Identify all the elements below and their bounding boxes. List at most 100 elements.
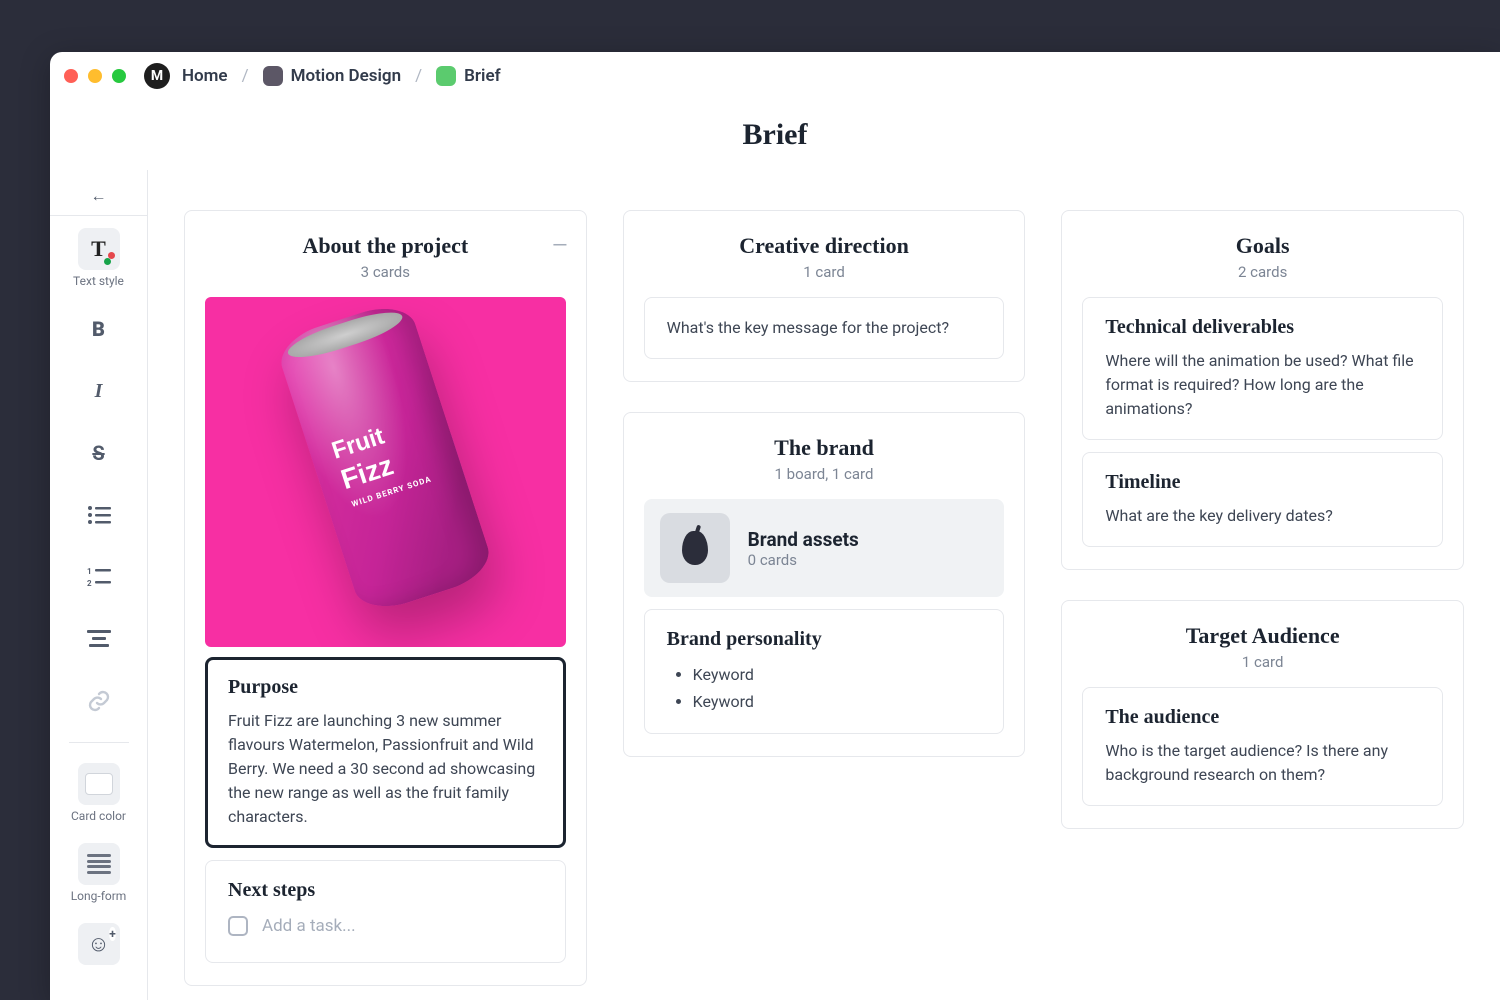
card-brand-personality-title: Brand personality <box>667 628 982 651</box>
long-form-icon <box>87 854 111 874</box>
text-style-label: Text style <box>73 274 124 288</box>
group-goals-title: Goals <box>1072 233 1453 259</box>
card-purpose-title: Purpose <box>228 676 543 699</box>
card-audience-title: The audience <box>1105 706 1420 729</box>
link-icon <box>78 680 120 722</box>
card-key-message[interactable]: What's the key message for the project? <box>644 297 1005 359</box>
card-timeline-body: What are the key delivery dates? <box>1105 504 1420 528</box>
strikethrough-button[interactable]: S <box>69 424 129 482</box>
emoji-button[interactable]: ☺ <box>69 915 129 973</box>
align-center-icon <box>78 618 120 660</box>
toolbar-divider <box>69 742 129 743</box>
link-button[interactable] <box>69 672 129 730</box>
body-area: ← T Text style B I S 12 <box>50 170 1500 1000</box>
breadcrumb-page-label: Brief <box>464 66 501 86</box>
bulleted-list-icon <box>78 494 120 536</box>
column-middle: Creative direction 1 card What's the key… <box>623 210 1026 960</box>
svg-text:1: 1 <box>87 567 92 576</box>
group-about-title: About the project <box>195 233 576 259</box>
brand-personality-list: Keyword Keyword <box>667 661 982 715</box>
close-window-button[interactable] <box>64 69 78 83</box>
emoji-add-icon: ☺ <box>87 931 109 957</box>
arrow-left-icon: ← <box>91 186 107 206</box>
card-next-steps[interactable]: Next steps Add a task... <box>205 860 566 963</box>
column-about: About the project 3 cards — FruitFizz WI… <box>184 210 587 960</box>
board-brand-assets-count: 0 cards <box>748 551 859 569</box>
card-tech-body: Where will the animation be used? What f… <box>1105 349 1420 421</box>
breadcrumb-page-swatch <box>436 66 456 86</box>
board-thumb <box>660 513 730 583</box>
collapse-group-button[interactable]: — <box>552 233 568 257</box>
format-toolbar: ← T Text style B I S 12 <box>50 170 148 1000</box>
product-can: FruitFizz WILD BERRY SODA <box>274 298 497 617</box>
titlebar: M Home / Motion Design / Brief <box>50 52 1500 100</box>
text-style-icon: T <box>91 236 106 262</box>
card-timeline-title: Timeline <box>1105 471 1420 494</box>
group-goals-count: 2 cards <box>1072 263 1453 281</box>
card-color-button[interactable]: Card color <box>69 755 129 831</box>
italic-button[interactable]: I <box>69 362 129 420</box>
breadcrumb-separator: / <box>415 66 422 86</box>
text-style-button[interactable]: T Text style <box>69 220 129 296</box>
board-canvas[interactable]: About the project 3 cards — FruitFizz WI… <box>148 170 1500 1000</box>
group-creative-count: 1 card <box>634 263 1015 281</box>
pear-icon <box>682 531 708 565</box>
breadcrumb-separator: / <box>242 66 249 86</box>
group-brand[interactable]: The brand 1 board, 1 card Brand assets 0… <box>623 412 1026 757</box>
card-color-swatch-icon <box>85 773 113 795</box>
breadcrumb-home[interactable]: Home <box>182 66 228 86</box>
svg-text:2: 2 <box>87 579 92 587</box>
breadcrumb-project-swatch <box>263 66 283 86</box>
group-creative-title: Creative direction <box>634 233 1015 259</box>
group-audience-title: Target Audience <box>1072 623 1453 649</box>
window-controls <box>64 69 126 83</box>
card-purpose-body[interactable]: Fruit Fizz are launching 3 new summer fl… <box>228 709 543 829</box>
board-brand-assets-title: Brand assets <box>748 528 859 551</box>
card-audience-body: Who is the target audience? Is there any… <box>1105 739 1420 787</box>
page-title: Brief <box>50 100 1500 170</box>
group-goals[interactable]: Goals 2 cards Technical deliverables Whe… <box>1061 210 1464 570</box>
long-form-label: Long-form <box>71 889 127 903</box>
breadcrumb-project[interactable]: Motion Design <box>263 66 402 86</box>
minimize-window-button[interactable] <box>88 69 102 83</box>
card-color-label: Card color <box>71 809 126 823</box>
align-center-button[interactable] <box>69 610 129 668</box>
group-brand-title: The brand <box>634 435 1015 461</box>
list-item[interactable]: Keyword <box>693 688 982 715</box>
bold-icon: B <box>78 308 120 350</box>
card-purpose[interactable]: Purpose Fruit Fizz are launching 3 new s… <box>205 657 566 848</box>
group-audience-count: 1 card <box>1072 653 1453 671</box>
card-key-message-body: What's the key message for the project? <box>667 316 982 340</box>
italic-icon: I <box>78 370 120 412</box>
task-checkbox[interactable] <box>228 916 248 936</box>
card-timeline[interactable]: Timeline What are the key delivery dates… <box>1082 452 1443 547</box>
numbered-list-icon: 12 <box>78 556 120 598</box>
app-window: M Home / Motion Design / Brief Brief ← T… <box>50 52 1500 1000</box>
breadcrumb-page[interactable]: Brief <box>436 66 501 86</box>
numbered-list-button[interactable]: 12 <box>69 548 129 606</box>
toolbar-back-button[interactable]: ← <box>50 176 147 216</box>
list-item[interactable]: Keyword <box>693 661 982 688</box>
group-about-count: 3 cards <box>195 263 576 281</box>
group-about[interactable]: About the project 3 cards — FruitFizz WI… <box>184 210 587 986</box>
card-audience[interactable]: The audience Who is the target audience?… <box>1082 687 1443 806</box>
card-tech-title: Technical deliverables <box>1105 316 1420 339</box>
group-creative-direction[interactable]: Creative direction 1 card What's the key… <box>623 210 1026 382</box>
group-target-audience[interactable]: Target Audience 1 card The audience Who … <box>1061 600 1464 829</box>
maximize-window-button[interactable] <box>112 69 126 83</box>
bulleted-list-button[interactable] <box>69 486 129 544</box>
app-logo-icon: M <box>144 63 170 89</box>
breadcrumb-home-label: Home <box>182 66 228 86</box>
breadcrumb-project-label: Motion Design <box>291 66 402 86</box>
bold-button[interactable]: B <box>69 300 129 358</box>
card-next-steps-title: Next steps <box>228 879 543 902</box>
long-form-button[interactable]: Long-form <box>69 835 129 911</box>
card-technical-deliverables[interactable]: Technical deliverables Where will the an… <box>1082 297 1443 440</box>
column-right: Goals 2 cards Technical deliverables Whe… <box>1061 210 1464 960</box>
strikethrough-icon: S <box>78 432 120 474</box>
group-brand-count: 1 board, 1 card <box>634 465 1015 483</box>
board-brand-assets[interactable]: Brand assets 0 cards <box>644 499 1005 597</box>
task-input-placeholder[interactable]: Add a task... <box>262 916 356 936</box>
hero-image-card[interactable]: FruitFizz WILD BERRY SODA <box>205 297 566 647</box>
card-brand-personality[interactable]: Brand personality Keyword Keyword <box>644 609 1005 734</box>
